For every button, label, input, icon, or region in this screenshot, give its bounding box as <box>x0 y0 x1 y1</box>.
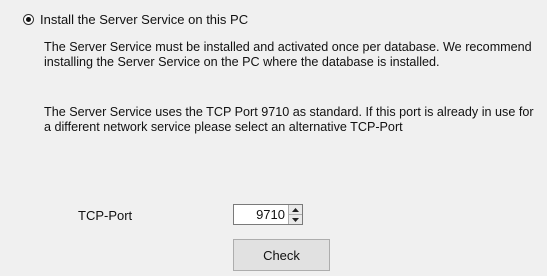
spin-up-arrow-icon <box>292 207 299 212</box>
description-paragraph-2: The Server Service uses the TCP Port 971… <box>44 105 534 134</box>
description-paragraph-1: The Server Service must be installed and… <box>44 40 532 69</box>
tcp-port-spinner[interactable] <box>288 205 302 224</box>
server-service-panel: Install the Server Service on this PC Th… <box>0 0 547 276</box>
install-option-label[interactable]: Install the Server Service on this PC <box>40 12 248 27</box>
install-radio-button[interactable] <box>23 14 34 25</box>
spin-down-button[interactable] <box>289 214 302 224</box>
install-server-service-option[interactable]: Install the Server Service on this PC <box>23 12 248 27</box>
spin-up-button[interactable] <box>289 205 302 214</box>
tcp-port-label: TCP-Port <box>78 208 133 223</box>
radio-selected-dot <box>26 17 31 22</box>
spin-down-arrow-icon <box>292 217 299 222</box>
tcp-port-input[interactable] <box>234 205 288 224</box>
check-button[interactable]: Check <box>233 239 330 271</box>
tcp-port-stepper[interactable] <box>233 204 303 225</box>
